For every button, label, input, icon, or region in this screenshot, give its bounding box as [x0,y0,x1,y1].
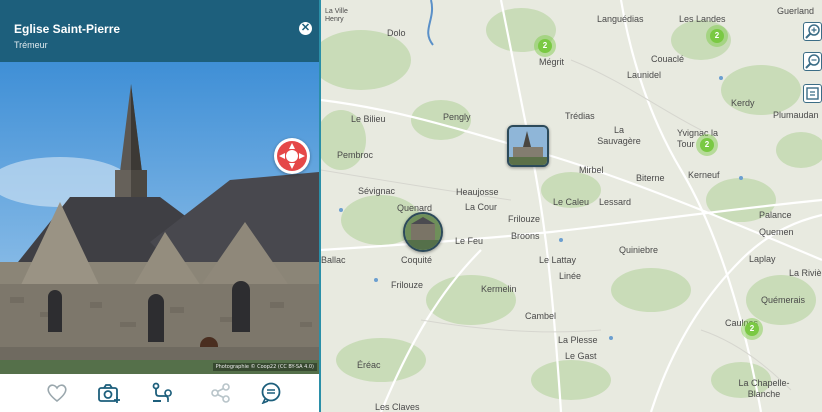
map-label: Couaclé [651,54,685,64]
comment-icon [261,382,281,404]
close-icon: ✕ [300,22,311,34]
map-label: Frilouze [391,280,424,290]
cluster-count: 2 [700,138,714,152]
zoom-out-icon [805,54,820,69]
panel-title: Eglise Saint-Pierre [14,22,121,36]
map-label: Mirbel [579,165,604,175]
map-label: Le Bilieu [351,114,386,124]
cluster-count: 2 [538,39,552,53]
map-label: Quiniebre [619,245,659,255]
map-label: Trédias [565,111,595,121]
map-label: Kermelin [481,284,517,294]
map-label: Le Gast [565,351,597,361]
map-label: Coquité [401,255,433,265]
church-photo [0,62,319,374]
map-label: La Ville Henry [325,8,348,23]
map-cluster[interactable]: 2 [534,35,556,57]
map-cluster[interactable]: 2 [706,25,728,47]
comment-button[interactable] [257,379,285,407]
cluster-count: 2 [745,322,759,336]
map-label: Heaujosse [456,187,499,197]
map-label: La Sauvagère [597,125,641,146]
map-label: La Rivière [789,268,822,278]
map-label: Guerland [777,6,815,16]
layers-button[interactable] [803,84,822,103]
church-thumbnail-icon [509,127,547,165]
poi-marker[interactable] [507,125,549,167]
map-label: Frilouze [508,214,541,224]
panel-header: Eglise Saint-Pierre Trémeur ✕ [0,0,319,62]
map-label: Ballac [321,255,346,265]
map-label: Cambel [525,311,557,321]
route-button[interactable] [149,379,177,407]
compass-icon [277,141,307,171]
camera-add-icon [98,384,120,403]
map-label: La Plesse [558,335,598,345]
cluster-count: 2 [710,29,724,43]
map-view[interactable]: La Ville Henry Dolo Languédias Les Lande… [321,0,822,412]
locate-button[interactable] [274,138,310,174]
map-label: Mégrit [539,57,565,67]
map-label: Laplay [749,254,776,264]
map-label: Linée [559,271,582,281]
share-icon [211,383,230,403]
map-label: Éréac [357,360,381,370]
map-cluster[interactable]: 2 [696,134,718,156]
map-label: Sévignac [358,186,396,196]
info-panel: Eglise Saint-Pierre Trémeur ✕ Photograph… [0,0,321,412]
heart-icon [47,384,67,403]
church-thumbnail-icon [405,214,441,250]
map-label: Pengly [443,112,471,122]
map-label: Kerneuf [688,170,720,180]
share-button[interactable] [207,379,235,407]
panel-subtitle: Trémeur [14,40,48,50]
poi-marker-selected[interactable] [403,212,443,252]
map-label: Languédias [597,14,644,24]
action-toolbar [0,374,319,412]
map-label: Biterne [636,173,665,183]
favorite-button[interactable] [43,379,71,407]
map-cluster[interactable]: 2 [741,318,763,340]
add-photo-button[interactable] [95,379,123,407]
map-label: Le Feu [455,236,484,246]
photo-credit: Photographie © Coop22 (CC BY-SA 4.0) [212,363,317,371]
place-photo: Photographie © Coop22 (CC BY-SA 4.0) [0,62,319,374]
map-label: Les Landes [679,14,726,24]
map-label: Broons [511,231,540,241]
map-label: Le Lattay [539,255,577,265]
map-label: Quemen [759,227,794,237]
zoom-in-button[interactable] [803,22,822,41]
zoom-out-button[interactable] [803,52,822,71]
map-label: Quémerais [761,295,806,305]
map-label: La Chapelle-Blanche [738,378,790,399]
route-icon [152,382,172,402]
map-label: Plumaudan [773,110,819,120]
map-label: Palance [759,210,792,220]
map-label: La Cour [465,202,498,212]
map-label: Dolo [387,28,406,38]
map-label: Pembroc [337,150,374,160]
map-label: Le Caleu [553,197,590,207]
map-label: Launidel [627,70,662,80]
layers-icon [806,87,819,100]
zoom-in-icon [805,24,820,39]
map-label: Kerdy [731,98,755,108]
map-label: Lessard [599,197,632,207]
close-button[interactable]: ✕ [299,22,312,35]
map-label: Les Claves [375,402,420,412]
